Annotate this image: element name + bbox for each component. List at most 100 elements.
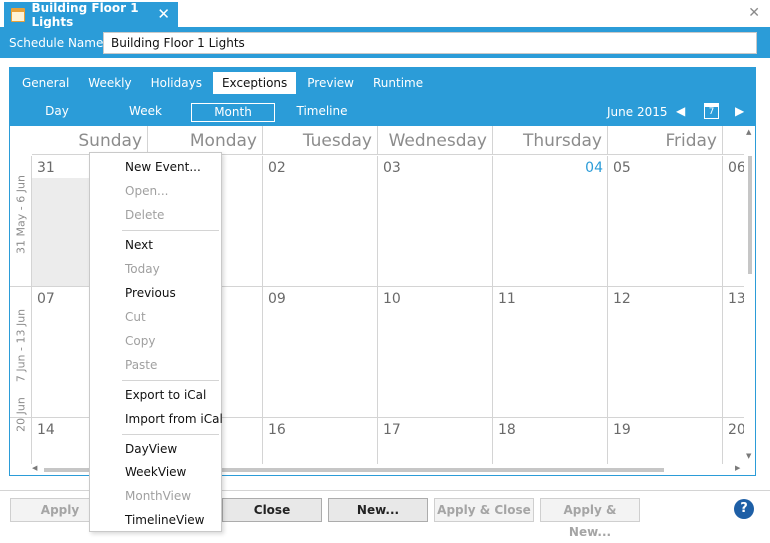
day-header-sunday: Sunday [32,126,148,155]
tab-close-icon[interactable]: ✕ [157,5,170,23]
document-tab-bar: Building Floor 1 Lights ✕ ✕ [0,0,770,29]
day-number: 13 [728,291,744,307]
week-label-text: 31 May - 6 Jun [14,175,28,254]
day-number: 20 [728,422,744,438]
tab-exceptions[interactable]: Exceptions [212,72,297,94]
day-cell[interactable]: 16 [263,418,378,464]
apply-close-button[interactable]: Apply & Close [434,498,534,522]
help-icon[interactable]: ? [734,499,754,519]
day-number: 18 [498,422,516,438]
menu-item-new-event[interactable]: New Event... [125,160,201,174]
day-header-monday: Monday [148,126,263,155]
view-tab-timeline[interactable]: Timeline [291,103,353,122]
tab-preview[interactable]: Preview [299,73,362,93]
day-number: 05 [613,160,631,176]
menu-item-timelineview[interactable]: TimelineView [125,513,205,527]
tab-weekly[interactable]: Weekly [80,73,139,93]
day-cell-today[interactable]: 04 [493,156,608,287]
vertical-scrollbar[interactable]: ▲ ▼ [745,126,755,464]
day-cell[interactable]: 05 [608,156,723,287]
document-tab-title: Building Floor 1 Lights [31,1,139,29]
schedule-name-label: Schedule Name: [9,36,108,50]
day-cell[interactable]: 02 [263,156,378,287]
day-header-friday: Friday [608,126,723,155]
today-number: 04 [585,160,603,176]
day-cell[interactable]: 18 [493,418,608,464]
scroll-up-icon[interactable]: ▲ [746,128,751,136]
current-month-label: June 2015 [607,105,668,119]
menu-item-delete: Delete [125,208,165,222]
schedule-tabs: General Weekly Holidays Exceptions Previ… [10,68,755,98]
view-tab-month[interactable]: Month [191,103,275,122]
menu-item-today: Today [125,262,160,276]
tab-runtime[interactable]: Runtime [365,73,431,93]
day-number: 10 [383,291,401,307]
day-number: 07 [37,291,55,307]
menu-item-previous[interactable]: Previous [125,286,176,300]
window-close-icon[interactable]: ✕ [748,5,760,21]
day-number: 09 [268,291,286,307]
close-button[interactable]: Close [222,498,322,522]
menu-separator [122,434,219,435]
view-tabs: Day Week Month Timeline June 2015 ◀ 7 ▶ [10,98,755,126]
new-button[interactable]: New... [328,498,428,522]
day-cell[interactable]: 19 [608,418,723,464]
day-number: 16 [268,422,286,438]
menu-item-cut: Cut [125,310,146,324]
day-cell[interactable]: 09 [263,287,378,418]
calendar-icon [11,8,26,22]
day-number: 11 [498,291,516,307]
day-number: 14 [37,422,55,438]
day-number: 03 [383,160,401,176]
day-cell[interactable]: 17 [378,418,493,464]
day-cell[interactable]: 10 [378,287,493,418]
document-tab[interactable]: Building Floor 1 Lights ✕ [4,1,178,29]
view-tab-week[interactable]: Week [123,103,168,122]
menu-item-open: Open... [125,184,169,198]
calendar-picker-icon[interactable]: 7 [704,103,719,119]
scroll-right-icon[interactable]: ▶ [735,464,740,472]
menu-item-import-ical[interactable]: Import from iCal [125,412,223,426]
selected-day-highlight [32,178,89,286]
day-header-saturday [723,126,744,155]
menu-separator [122,230,219,231]
view-tab-day[interactable]: Day [37,103,77,122]
menu-separator [122,380,219,381]
menu-item-next[interactable]: Next [125,238,153,252]
week-label: 31 May - 6 Jun [10,156,32,287]
day-cell[interactable]: 03 [378,156,493,287]
day-number: 06 [728,160,744,176]
day-number: 19 [613,422,631,438]
day-header-thursday: Thursday [493,126,608,155]
apply-new-button[interactable]: Apply & New... [540,498,640,539]
week-label: 20 Jun [10,397,32,464]
day-cell[interactable]: 12 [608,287,723,418]
tab-general[interactable]: General [14,73,77,93]
day-cell[interactable]: 11 [493,287,608,418]
menu-item-monthview: MonthView [125,489,192,503]
day-header-tuesday: Tuesday [263,126,378,155]
menu-item-weekview[interactable]: WeekView [125,465,186,479]
day-cell[interactable]: 06 [723,156,744,287]
day-header-wednesday: Wednesday [378,126,493,155]
day-number: 17 [383,422,401,438]
day-cell[interactable]: 13 [723,287,744,418]
previous-month-icon[interactable]: ◀ [676,104,685,118]
tab-holidays[interactable]: Holidays [143,73,210,93]
menu-item-export-ical[interactable]: Export to iCal [125,388,206,402]
menu-item-copy: Copy [125,334,156,348]
day-number: 31 [37,160,55,176]
menu-item-dayview[interactable]: DayView [125,442,177,456]
schedule-header: Schedule Name: [0,28,770,58]
week-label-text: 20 Jun [14,397,28,432]
scroll-down-icon[interactable]: ▼ [746,452,751,460]
vertical-scroll-thumb[interactable] [748,156,752,274]
day-number: 02 [268,160,286,176]
scroll-left-icon[interactable]: ◀ [32,464,37,472]
menu-item-paste: Paste [125,358,158,372]
next-month-icon[interactable]: ▶ [735,104,744,118]
schedule-name-input[interactable] [103,32,757,54]
context-menu: New Event... Open... Delete Next Today P… [89,152,223,532]
day-cell[interactable]: 20 [723,418,744,464]
day-number: 12 [613,291,631,307]
